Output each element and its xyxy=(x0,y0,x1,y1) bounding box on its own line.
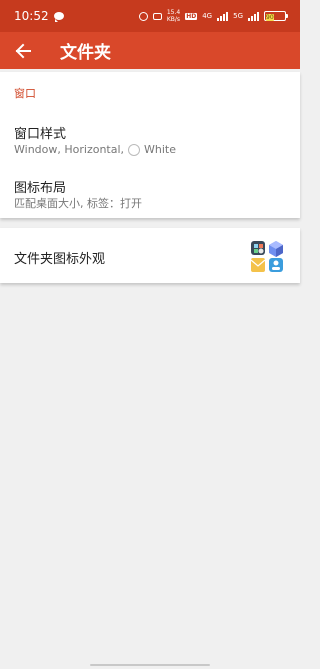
vibrate-icon xyxy=(152,12,162,20)
back-button[interactable] xyxy=(0,32,46,69)
app-bar: 文件夹 xyxy=(0,32,300,69)
battery-level: 90 xyxy=(266,14,274,21)
status-right: 15.4 KB/s HD 4G 5G 90 xyxy=(138,9,288,23)
navigation-handle[interactable] xyxy=(90,664,210,666)
signal-icon xyxy=(217,11,229,21)
radio-icon xyxy=(128,143,141,156)
folder-icon-appearance-item[interactable]: 文件夹图标外观 xyxy=(0,228,300,283)
section-header-window: 窗口 xyxy=(14,87,36,100)
status-left: 10:52 xyxy=(14,9,64,23)
network-speed-value: 15.4 xyxy=(166,9,181,16)
battery-icon: 90 xyxy=(264,11,288,21)
hd-badge: HD xyxy=(185,12,198,20)
window-settings-card: 窗口 窗口样式 Window, Horizontal, White 图标布局 匹… xyxy=(0,72,300,218)
signal-icon-2 xyxy=(248,11,259,21)
message-notification-icon xyxy=(53,12,64,22)
pref-icon-layout-title: 图标布局 xyxy=(14,181,67,196)
folder-preview-icon xyxy=(250,241,283,272)
alarm-icon xyxy=(138,11,148,21)
pref-window-style-summary-text: Window, Horizontal, xyxy=(14,143,125,156)
page-title: 文件夹 xyxy=(60,43,111,63)
network-type-1: 4G xyxy=(202,12,213,20)
pref-window-style-title: 窗口样式 xyxy=(14,127,67,142)
network-type-2: 5G xyxy=(233,12,243,20)
status-time: 10:52 xyxy=(14,9,49,23)
status-bar: 10:52 15.4 KB/s HD 4G 5G 90 xyxy=(0,0,300,32)
network-speed: 15.4 KB/s xyxy=(167,9,180,23)
pref-icon-layout-summary: 匹配桌面大小, 标签：打开 xyxy=(14,197,142,210)
pref-window-style-summary: Window, Horizontal, White xyxy=(14,143,176,156)
folder-icon-appearance-title: 文件夹图标外观 xyxy=(14,252,106,267)
back-arrow-icon xyxy=(15,43,31,58)
network-speed-unit: KB/s xyxy=(166,16,181,23)
pref-window-style-option: White xyxy=(144,143,177,156)
